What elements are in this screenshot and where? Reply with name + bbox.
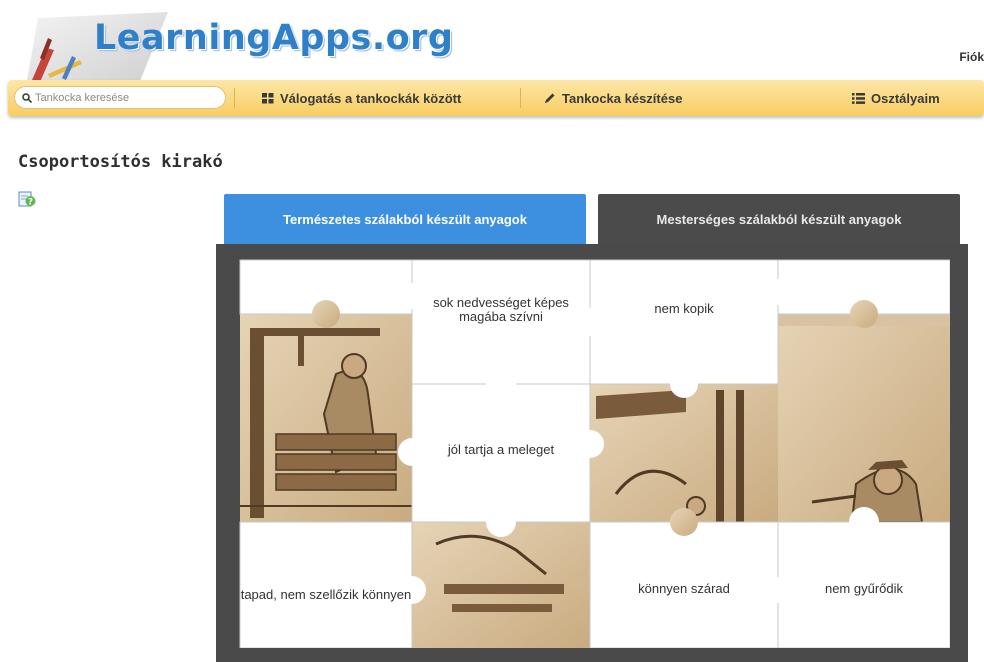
nav-create-app[interactable]: Tankocka készítése: [544, 80, 682, 116]
tab-artificial-fibers[interactable]: Mesterséges szálakból készült anyagok: [598, 194, 960, 244]
puzzle-piece-image-worker[interactable]: [240, 314, 412, 522]
list-icon: [852, 92, 865, 104]
pencil-icon: [544, 92, 556, 104]
page-title: Csoportosítós kirakó: [18, 152, 223, 172]
logo[interactable]: LearningApps.org: [18, 8, 453, 86]
nav-create-label: Tankocka készítése: [562, 90, 683, 106]
puzzle-piece-dries-easily[interactable]: könnyen szárad: [590, 564, 778, 614]
search-input[interactable]: [35, 91, 215, 104]
puzzle-piece-image-man[interactable]: [778, 314, 950, 523]
nav-browse-label: Válogatás a tankockák között: [280, 90, 462, 106]
nav-my-classes[interactable]: Osztályaim: [852, 80, 940, 116]
help-icon[interactable]: ?: [18, 190, 36, 208]
puzzle-piece-sticks-not-breathable[interactable]: tapad, nem szellőzik könnyen: [240, 560, 412, 630]
nav-browse-apps[interactable]: Válogatás a tankockák között: [262, 80, 461, 116]
puzzle-piece-absorbs-moisture[interactable]: sok nedvességet képes magába szívni: [412, 274, 590, 346]
nav-divider: [520, 88, 521, 108]
search-box: [14, 86, 226, 109]
puzzle-board: sok nedvességet képes magába szívni nem …: [216, 244, 968, 662]
nav-divider: [234, 88, 235, 108]
puzzle-piece-keeps-warm[interactable]: jól tartja a meleget: [412, 420, 590, 480]
account-link[interactable]: Fiók: [959, 50, 984, 64]
search-icon: [22, 92, 32, 103]
svg-text:?: ?: [28, 198, 33, 208]
puzzle-piece-does-not-wrinkle[interactable]: nem gyűrődik: [778, 564, 950, 614]
tab-natural-fibers[interactable]: Természetes szálakból készült anyagok: [224, 194, 586, 244]
nav-classes-label: Osztályaim: [871, 90, 940, 106]
main-navbar: Válogatás a tankockák között Tankocka ké…: [8, 80, 984, 116]
grid-icon: [262, 92, 274, 104]
logo-text: LearningApps.org: [94, 18, 454, 58]
puzzle-piece-does-not-pill[interactable]: nem kopik: [590, 284, 778, 334]
puzzle-piece-image-tools[interactable]: [412, 522, 590, 648]
puzzle-piece-image-workshop[interactable]: [590, 384, 778, 522]
